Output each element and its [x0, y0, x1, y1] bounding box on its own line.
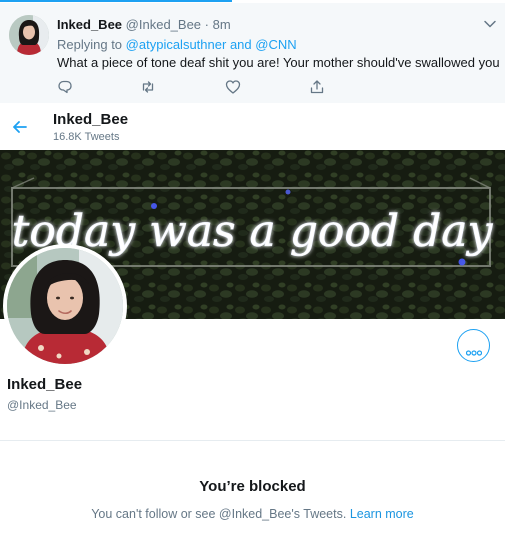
mention-link[interactable]: @atypicalsuthner — [126, 37, 227, 52]
profile-avatar[interactable] — [3, 244, 127, 368]
more-icon — [465, 343, 483, 356]
tweet-header: Inked_Bee @Inked_Bee · 8m — [57, 17, 231, 32]
tweet-timestamp[interactable]: 8m — [213, 17, 231, 32]
more-options-button[interactable] — [457, 329, 490, 362]
learn-more-link[interactable]: Learn more — [350, 507, 414, 521]
reply-icon[interactable] — [57, 79, 73, 95]
tweet-author-handle[interactable]: @Inked_Bee — [126, 17, 201, 32]
chevron-down-icon[interactable] — [483, 17, 497, 31]
tweet-actions — [57, 79, 357, 97]
profile-handle: @Inked_Bee — [7, 398, 77, 412]
blocked-message: You can't follow or see @Inked_Bee's Twe… — [91, 507, 347, 521]
blocked-message-row: You can't follow or see @Inked_Bee's Twe… — [0, 507, 505, 521]
mention-link[interactable]: @CNN — [255, 37, 296, 52]
page-load-progress-fill — [0, 0, 233, 2]
heart-icon[interactable] — [225, 79, 241, 95]
blocked-title: You’re blocked — [199, 478, 306, 495]
retweet-icon[interactable] — [140, 79, 156, 95]
tweet-author-name[interactable]: Inked_Bee — [57, 17, 122, 32]
tweet-count: 16.8K Tweets — [53, 131, 120, 143]
replying-to: Replying to @atypicalsuthner and @CNN — [57, 37, 297, 52]
profile-header-name: Inked_Bee — [53, 111, 129, 128]
tweet-avatar[interactable] — [9, 15, 49, 55]
replying-to-label: Replying to — [57, 37, 123, 52]
share-icon[interactable] — [309, 79, 325, 95]
tweet-text: What a piece of tone deaf shit you are! … — [57, 55, 500, 70]
mention-joiner: and — [229, 37, 252, 52]
back-arrow-icon[interactable] — [10, 117, 30, 137]
tweet-card[interactable]: Inked_Bee @Inked_Bee · 8m Replying to @a… — [0, 3, 505, 103]
tweet-separator: · — [204, 17, 209, 32]
divider — [0, 440, 505, 441]
profile-display-name: Inked_Bee — [7, 376, 83, 393]
